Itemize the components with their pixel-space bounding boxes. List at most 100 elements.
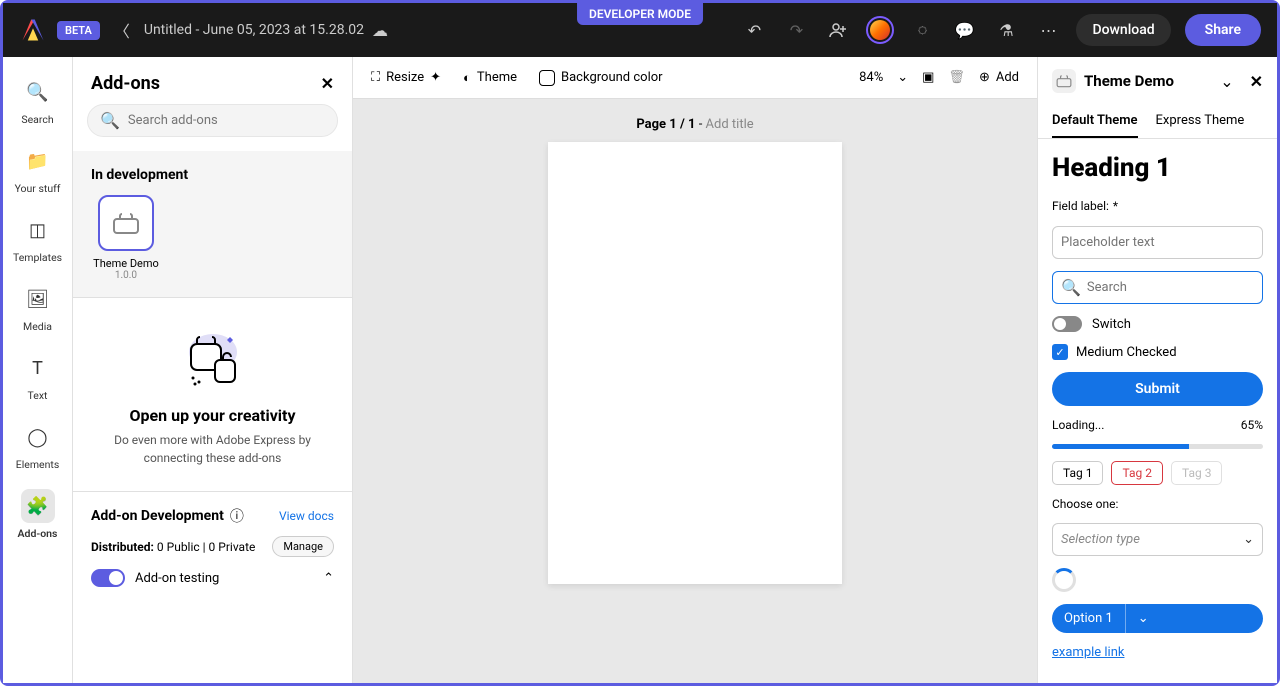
cloud-sync-icon[interactable]: ☁ (372, 21, 388, 40)
elements-icon: ◯ (21, 420, 55, 454)
tab-default-theme[interactable]: Default Theme (1052, 105, 1138, 138)
canvas-page[interactable] (548, 142, 842, 584)
download-button[interactable]: Download (1076, 14, 1170, 46)
creativity-text: Do even more with Adobe Express by conne… (91, 431, 334, 467)
search-icon: 🔍 (21, 75, 55, 109)
add-page-button[interactable]: ⊕Add (979, 70, 1019, 85)
addon-tile-theme-demo[interactable]: Theme Demo 1.0.0 (91, 195, 161, 281)
addons-title: Add-ons (91, 73, 160, 94)
rail-media[interactable]: 🖼Media (3, 282, 72, 333)
beaker-icon[interactable]: ⚗ (992, 16, 1020, 44)
submit-button[interactable]: Submit (1052, 372, 1263, 406)
rail-elements[interactable]: ◯Elements (3, 420, 72, 471)
creativity-illustration (173, 322, 253, 392)
developer-mode-badge: DEVELOPER MODE (577, 3, 703, 25)
search-icon: 🔍 (100, 111, 120, 130)
undo-button[interactable]: ↶ (740, 16, 768, 44)
chevron-down-icon: ⌄ (1243, 532, 1254, 547)
delete-icon[interactable]: 🗑 (948, 70, 965, 85)
rail-search[interactable]: 🔍Search (3, 75, 72, 126)
text-field[interactable] (1052, 226, 1263, 259)
topbar: DEVELOPER MODE BETA 〈 Untitled - June 05… (3, 3, 1277, 57)
resize-icon: ⛶ (371, 70, 380, 85)
rail-your-stuff[interactable]: 📁Your stuff (3, 144, 72, 195)
option1-button[interactable]: Option 1 (1052, 604, 1125, 633)
split-button[interactable]: Option 1⌄ (1052, 604, 1263, 633)
invite-icon[interactable] (824, 16, 852, 44)
addon-testing-toggle[interactable] (91, 569, 125, 587)
resize-button[interactable]: ⛶Resize ✦ (371, 70, 441, 85)
page-indicator[interactable]: Page 1 / 1 - Add title (636, 117, 753, 132)
rail-addons[interactable]: 🧩Add-ons (3, 489, 72, 540)
bgcolor-button[interactable]: Background color (539, 70, 663, 86)
theme-icon: ◐ (463, 70, 471, 86)
templates-icon: ◫ (21, 213, 55, 247)
beta-badge: BETA (57, 21, 100, 40)
document-title[interactable]: Untitled - June 05, 2023 at 15.28.02 (144, 22, 364, 38)
addons-panel: Add-ons ✕ 🔍 In development Theme Demo 1.… (73, 57, 353, 683)
info-icon[interactable]: ⓘ (230, 506, 244, 526)
close-addons-button[interactable]: ✕ (321, 74, 334, 93)
chevron-down-icon[interactable]: ⌄ (1220, 72, 1233, 91)
more-icon[interactable]: ⋯ (1034, 16, 1062, 44)
right-panel: Theme Demo ⌄ ✕ Default Theme Express The… (1037, 57, 1277, 683)
addon-tile-version: 1.0.0 (115, 270, 137, 281)
folder-icon: 📁 (21, 144, 55, 178)
loading-spinner (1052, 568, 1076, 592)
selection-dropdown[interactable]: Selection type⌄ (1052, 523, 1263, 556)
close-panel-button[interactable]: ✕ (1250, 72, 1263, 91)
creativity-heading: Open up your creativity (91, 406, 334, 425)
demo-switch[interactable] (1052, 316, 1082, 332)
required-asterisk: * (1113, 199, 1118, 213)
sparkle-icon: ✦ (430, 70, 441, 85)
share-button[interactable]: Share (1185, 14, 1261, 46)
addon-tile-name: Theme Demo (93, 257, 159, 270)
choose-label: Choose one: (1052, 497, 1263, 511)
demo-heading: Heading 1 (1052, 153, 1263, 183)
distributed-label: Distributed: 0 Public | 0 Private (91, 540, 255, 554)
rail-templates[interactable]: ◫Templates (3, 213, 72, 264)
adobe-express-logo (19, 16, 47, 44)
tag-2[interactable]: Tag 2 (1111, 461, 1162, 485)
comments-icon[interactable]: 💬 (950, 16, 978, 44)
zoom-level[interactable]: 84% (859, 70, 883, 85)
tag-3: Tag 3 (1171, 461, 1222, 485)
checkbox-label: Medium Checked (1076, 345, 1177, 360)
field-label: Field label: (1052, 199, 1109, 213)
collapse-icon[interactable]: ⌃ (323, 571, 334, 586)
view-docs-link[interactable]: View docs (279, 509, 334, 523)
demo-search-input[interactable] (1087, 280, 1254, 295)
split-chevron[interactable]: ⌄ (1126, 604, 1161, 633)
tab-express-theme[interactable]: Express Theme (1156, 105, 1245, 138)
loading-label: Loading... (1052, 418, 1104, 432)
addon-dev-heading: Add-on Development ⓘ (91, 506, 244, 526)
canvas-toolbar: ⛶Resize ✦ ◐Theme Background color 84% ⌄ … (353, 57, 1037, 99)
panel-title: Theme Demo (1084, 72, 1212, 90)
left-rail: 🔍Search 📁Your stuff ◫Templates 🖼Media TT… (3, 57, 73, 683)
demo-checkbox[interactable]: ✓ (1052, 344, 1068, 360)
demo-search[interactable]: 🔍 (1052, 271, 1263, 304)
addons-search-input[interactable] (128, 113, 325, 128)
rail-text[interactable]: TText (3, 351, 72, 402)
canvas-area: ⛶Resize ✦ ◐Theme Background color 84% ⌄ … (353, 57, 1037, 683)
addons-icon: 🧩 (21, 489, 55, 523)
plugin-icon (98, 195, 154, 251)
layers-icon[interactable]: ▣ (922, 70, 934, 85)
media-icon: 🖼 (21, 282, 55, 316)
example-link[interactable]: example link (1052, 645, 1263, 660)
addons-search[interactable]: 🔍 (87, 104, 338, 137)
bulb-icon[interactable]: ◌ (908, 16, 936, 44)
addon-testing-label: Add-on testing (135, 571, 219, 586)
in-development-heading: In development (91, 167, 334, 183)
search-icon: 🔍 (1061, 278, 1081, 297)
theme-button[interactable]: ◐Theme (463, 70, 517, 86)
tag-1[interactable]: Tag 1 (1052, 461, 1103, 485)
redo-button[interactable]: ↷ (782, 16, 810, 44)
user-avatar[interactable] (866, 16, 894, 44)
progress-bar (1052, 444, 1263, 449)
plus-icon: ⊕ (979, 70, 990, 85)
zoom-chevron-icon[interactable]: ⌄ (897, 70, 908, 85)
manage-button[interactable]: Manage (272, 536, 334, 557)
loading-percent: 65% (1241, 418, 1263, 432)
back-button[interactable]: 〈 (114, 18, 130, 42)
